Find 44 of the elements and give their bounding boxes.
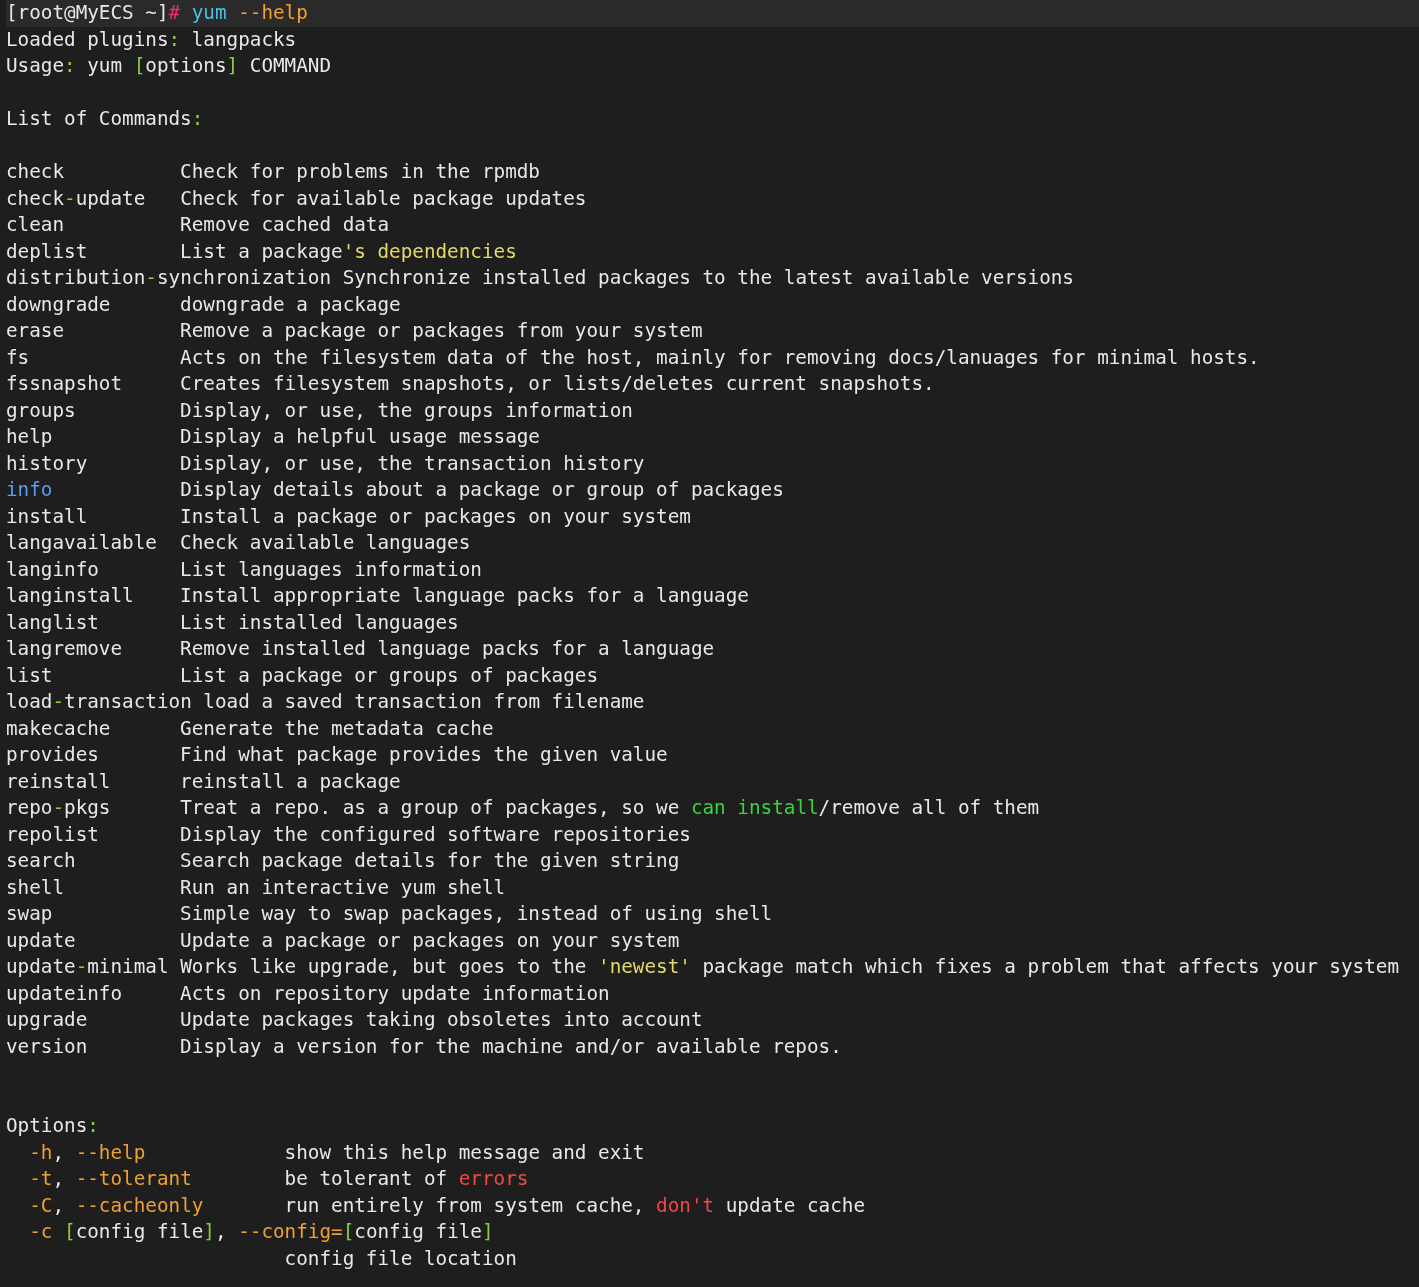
terminal-line: list List a package or groups of packages [6,662,599,689]
terminal-line: -c [config file], --config=[config file] [28,1219,494,1245]
terminal-line: downgrade downgrade a package [6,291,401,318]
terminal-line: check-update Check for available package updates [6,185,587,212]
terminal-line: repo-pkgs Treat a repo. as a group of packages, so we can install/remove all of them [6,795,1040,821]
terminal-line: deplist List a package's dependencies [6,238,517,265]
terminal-line: upgrade Update packages taking obsoletes into account [6,1007,703,1033]
terminal-line: Options: [6,1113,99,1139]
terminal-line: reinstall reinstall a package [6,768,401,795]
terminal-line: updateinfo Acts on repository update information [6,980,610,1007]
terminal-line: distribution-synchronization Synchronize installed packages to the latest available versions [6,265,1074,291]
terminal-line: langlist List installed languages [6,609,459,636]
terminal-line: provides Find what package provides the given value [6,742,668,768]
command-prompt: [root@MyECS ~]# yum --help [6,0,308,26]
terminal-line: groups Display, or use, the groups information [6,397,633,424]
terminal-line: List of Commands: [6,106,204,132]
terminal-line: info Display details about a package or group of packages [6,477,784,503]
terminal-line: swap Simple way to swap packages, instead of using shell [6,901,773,927]
terminal-line: -t, --tolerant be tolerant of errors [28,1166,529,1192]
terminal-line: history Display, or use, the transaction history [6,450,645,477]
terminal-line: update Update a package or packages on your system [6,927,680,954]
terminal-line: langavailable Check available languages [6,530,471,556]
terminal-line: install Install a package or packages on your system [6,503,691,530]
terminal-line: fssnapshot Creates filesystem snapshots, or lists/deletes current snapshots. [6,371,935,397]
terminal-line: repolist Display the configured software repositories [6,821,691,848]
terminal-line: help Display a helpful usage message [6,424,540,450]
terminal-line: erase Remove a package or packages from your system [6,318,703,344]
terminal-line: Loaded plugins: langpacks [6,26,297,53]
terminal-line: langinstall Install appropriate language packs for a language [6,583,749,609]
terminal-line: shell Run an interactive yum shell [6,874,506,901]
terminal-line: -C, --cacheonly run entirely from system cache, don't update cache [28,1192,866,1219]
terminal-line: -h, --help show this help message and exit [28,1139,645,1166]
terminal-line: config file location [283,1245,517,1272]
terminal-line: clean Remove cached data [6,212,390,238]
terminal-line: makecache Generate the metadata cache [6,715,494,742]
terminal-line: version Display a version for the machine and/or available repos. [6,1033,842,1060]
terminal-line: langremove Remove installed language packs for a language [6,636,715,662]
terminal-line: update-minimal Works like upgrade, but goes to the 'newest' package match which fixes a problem that affects your system [6,954,1399,980]
terminal-line: Usage: yum [options] COMMAND [6,53,332,79]
terminal-line: langinfo List languages information [6,556,482,583]
terminal-line: search Search package details for the given string [6,848,680,874]
terminal-line: load-transaction load a saved transaction from filename [6,689,645,715]
terminal-line: fs Acts on the filesystem data of the host, mainly for removing docs/lanuages for minimal hosts. [6,344,1260,371]
terminal-line: check Check for problems in the rpmdb [6,159,540,185]
